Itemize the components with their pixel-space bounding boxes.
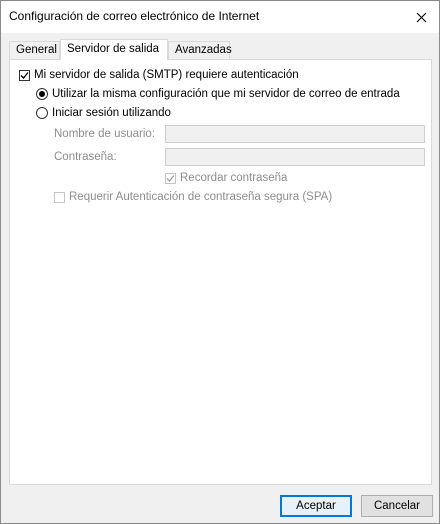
accept-button[interactable]: Aceptar [280, 495, 352, 517]
tab-outgoing-server[interactable]: Servidor de salida [60, 39, 168, 60]
same-settings-radio[interactable] [36, 88, 48, 100]
checkmark-icon [166, 174, 175, 182]
username-label: Nombre de usuario: [54, 128, 155, 140]
tab-advanced[interactable]: Avanzadas [168, 41, 232, 59]
email-settings-dialog: Configuración de correo electrónico de I… [0, 0, 440, 524]
tab-general-label: General [16, 44, 57, 56]
password-label-row: Contraseña: [54, 151, 117, 163]
login-using-option[interactable]: Iniciar sesión utilizando [36, 107, 171, 119]
cancel-button-label: Cancelar [373, 500, 421, 512]
remember-password-label: Recordar contraseña [180, 172, 288, 184]
same-settings-option[interactable]: Utilizar la misma configuración que mi s… [36, 88, 400, 100]
tab-general[interactable]: General [9, 41, 60, 59]
cancel-button[interactable]: Cancelar [361, 495, 433, 517]
radio-selected-dot [39, 91, 45, 97]
smtp-auth-label: Mi servidor de salida (SMTP) requiere au… [34, 69, 299, 81]
username-field[interactable] [165, 125, 425, 143]
password-field[interactable] [165, 148, 425, 166]
tab-outgoing-server-label: Servidor de salida [67, 43, 160, 55]
outgoing-server-panel: Mi servidor de salida (SMTP) requiere au… [9, 59, 432, 485]
spa-option[interactable]: Requerir Autenticación de contraseña seg… [54, 191, 332, 203]
username-label-row: Nombre de usuario: [54, 128, 155, 140]
tab-advanced-label: Avanzadas [175, 44, 232, 56]
remember-password-option[interactable]: Recordar contraseña [165, 172, 287, 184]
close-button[interactable] [403, 1, 439, 33]
window-title: Configuración de correo electrónico de I… [9, 9, 260, 23]
login-using-label: Iniciar sesión utilizando [52, 107, 171, 119]
title-bar: Configuración de correo electrónico de I… [1, 1, 439, 33]
checkmark-icon [20, 71, 29, 79]
smtp-auth-option[interactable]: Mi servidor de salida (SMTP) requiere au… [19, 69, 299, 81]
spa-checkbox[interactable] [54, 191, 65, 203]
password-label: Contraseña: [54, 151, 117, 163]
same-settings-label: Utilizar la misma configuración que mi s… [52, 88, 400, 100]
smtp-auth-checkbox[interactable] [19, 69, 30, 81]
remember-password-checkbox[interactable] [165, 172, 176, 184]
accept-button-label: Aceptar [296, 500, 336, 512]
close-icon [416, 12, 426, 22]
spa-label: Requerir Autenticación de contraseña seg… [69, 191, 333, 203]
login-using-radio[interactable] [36, 107, 48, 119]
